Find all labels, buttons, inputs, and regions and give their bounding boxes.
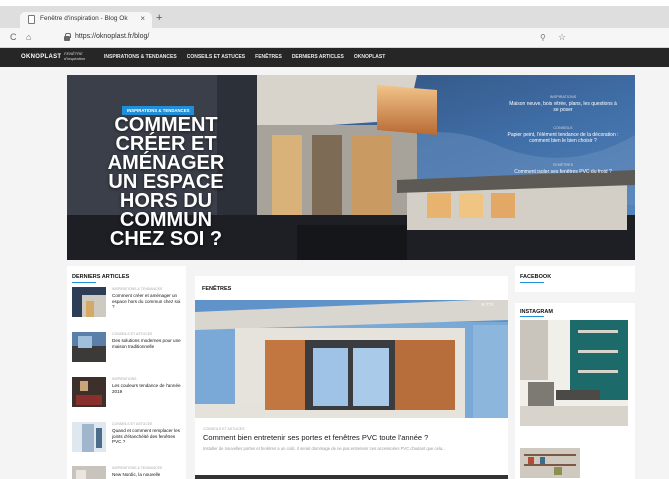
featured-photo <box>195 300 508 418</box>
side-link-title[interactable]: Papier peint, l'élément tendance de la d… <box>507 132 619 144</box>
list-item[interactable]: CONSEILS ET ASTUCES Des solutions modern… <box>72 332 184 366</box>
right-sidebar: FACEBOOK INSTAGRAM <box>515 266 635 479</box>
hero-title[interactable]: COMMENT CRÉER ET AMÉNAGER UN ESPACE HORS… <box>91 115 241 249</box>
article-title[interactable]: Des solutions modernes pour une maison t… <box>112 338 182 349</box>
list-item[interactable]: CONSEILS ET ASTUCES Quand et comment rem… <box>72 422 184 456</box>
next-article-preview[interactable] <box>195 475 508 479</box>
section-title: FENÊTRES <box>202 286 232 292</box>
nav-item-oknoplast[interactable]: OKNOPLAST <box>354 54 385 60</box>
site-logo-subtitle[interactable]: FENÊTRE d'inspiration <box>64 51 90 61</box>
fenetres-section: FENÊTRES ✉ 774 CONSEILS ET ASTUCES Comme… <box>195 276 508 479</box>
featured-article-image[interactable] <box>195 300 508 418</box>
nav-menu: INSPIRATIONS & TENDANCES CONSEILS ET AST… <box>104 54 385 60</box>
article-category: CONSEILS ET ASTUCES <box>112 422 153 426</box>
facebook-widget: FACEBOOK <box>515 266 635 292</box>
widget-title: FACEBOOK <box>520 274 552 280</box>
instagram-widget: INSTAGRAM <box>515 303 635 479</box>
home-icon[interactable]: ⌂ <box>26 32 31 42</box>
article-thumbnail[interactable] <box>72 377 106 407</box>
nav-item-fenetres[interactable]: FENÊTRES <box>255 54 282 60</box>
featured-article-title[interactable]: Comment bien entretenir ses portes et fe… <box>203 433 428 442</box>
article-category: CONSEILS ET ASTUCES <box>203 427 245 431</box>
title-underline <box>72 282 96 283</box>
reload-icon[interactable]: C <box>10 32 17 42</box>
new-tab-button[interactable]: + <box>156 12 162 24</box>
title-underline <box>520 316 544 317</box>
instagram-photo[interactable] <box>520 448 580 478</box>
widget-title: INSTAGRAM <box>520 309 553 315</box>
zoom-icon[interactable]: ⚲ <box>540 33 546 42</box>
featured-article-excerpt: Installer de nouvelles portes et fenêtre… <box>203 446 446 451</box>
widget-title: DERNIERS ARTICLES <box>72 274 130 280</box>
article-category: CONSEILS ET ASTUCES <box>112 332 153 336</box>
article-title[interactable]: Les couleurs tendance de l'année 2019 <box>112 383 182 394</box>
instagram-photo[interactable] <box>520 320 628 426</box>
bookmark-star-icon[interactable]: ☆ <box>558 32 566 43</box>
list-item[interactable]: INSPIRATIONS & TENDANCES Comment créer e… <box>72 287 184 321</box>
article-thumbnail[interactable] <box>72 332 106 362</box>
page-icon <box>28 15 35 24</box>
article-title[interactable]: Comment créer et aménager un espace hors… <box>112 293 182 310</box>
side-link-title[interactable]: Maison neuve, bois vitrée, plans, les qu… <box>507 101 619 113</box>
site-navigation: OKNOPLAST FENÊTRE d'inspiration INSPIRAT… <box>0 48 669 67</box>
hero-side-link[interactable]: INSPIRATIONS Maison neuve, bois vitrée, … <box>507 95 619 113</box>
article-thumbnail[interactable] <box>72 422 106 452</box>
url-text[interactable]: https://oknoplast.fr/blog/ <box>75 33 149 40</box>
list-item[interactable]: INSPIRATIONS Les couleurs tendance de l'… <box>72 377 184 411</box>
hero-banner[interactable]: INSPIRATIONS & TENDANCES COMMENT CRÉER E… <box>67 75 635 260</box>
side-link-category: CONSEILS <box>553 126 573 130</box>
close-tab-icon[interactable]: × <box>140 14 145 23</box>
screenshot: Fenêtre d'inspiration - Blog Ok × + C ⌂ … <box>0 0 669 479</box>
side-link-category: INSPIRATIONS <box>549 95 577 99</box>
lock-icon <box>64 33 71 41</box>
hero-side-link[interactable]: CONSEILS Papier peint, l'élément tendanc… <box>507 126 619 144</box>
article-category: INSPIRATIONS & TENDANCES <box>112 466 163 470</box>
article-thumbnail[interactable] <box>72 466 106 479</box>
tab-strip: Fenêtre d'inspiration - Blog Ok × + <box>0 6 669 28</box>
comment-count-badge: ✉ 774 <box>481 302 494 307</box>
side-link-category: FENÊTRES <box>552 163 574 167</box>
title-underline <box>520 282 544 283</box>
tab-title: Fenêtre d'inspiration - Blog Ok <box>40 15 128 22</box>
article-category: INSPIRATIONS & TENDANCES <box>112 287 163 291</box>
article-category: INSPIRATIONS <box>112 377 137 381</box>
address-bar[interactable]: https://oknoplast.fr/blog/ ⚲ ☆ <box>42 31 582 45</box>
site-logo[interactable]: OKNOPLAST <box>21 54 61 60</box>
side-link-title[interactable]: Comment isoler ses fenêtres PVC du froid… <box>507 169 619 175</box>
nav-item-conseils[interactable]: CONSEILS ET ASTUCES <box>187 54 245 60</box>
browser-tab[interactable]: Fenêtre d'inspiration - Blog Ok × <box>20 12 152 28</box>
hero-side-link[interactable]: FENÊTRES Comment isoler ses fenêtres PVC… <box>507 163 619 175</box>
article-title[interactable]: Quand et comment remplacer les joints d'… <box>112 428 182 445</box>
latest-articles-widget: DERNIERS ARTICLES INSPIRATIONS & TENDANC… <box>67 266 186 479</box>
article-title[interactable]: New Nordic, la nouvelle <box>112 472 182 478</box>
nav-item-derniers-articles[interactable]: DERNIERS ARTICLES <box>292 54 344 60</box>
article-thumbnail[interactable] <box>72 287 106 317</box>
nav-item-inspirations[interactable]: INSPIRATIONS & TENDANCES <box>104 54 177 60</box>
list-item[interactable]: INSPIRATIONS & TENDANCES New Nordic, la … <box>72 466 184 479</box>
address-toolbar: C ⌂ https://oknoplast.fr/blog/ ⚲ ☆ <box>0 28 669 48</box>
